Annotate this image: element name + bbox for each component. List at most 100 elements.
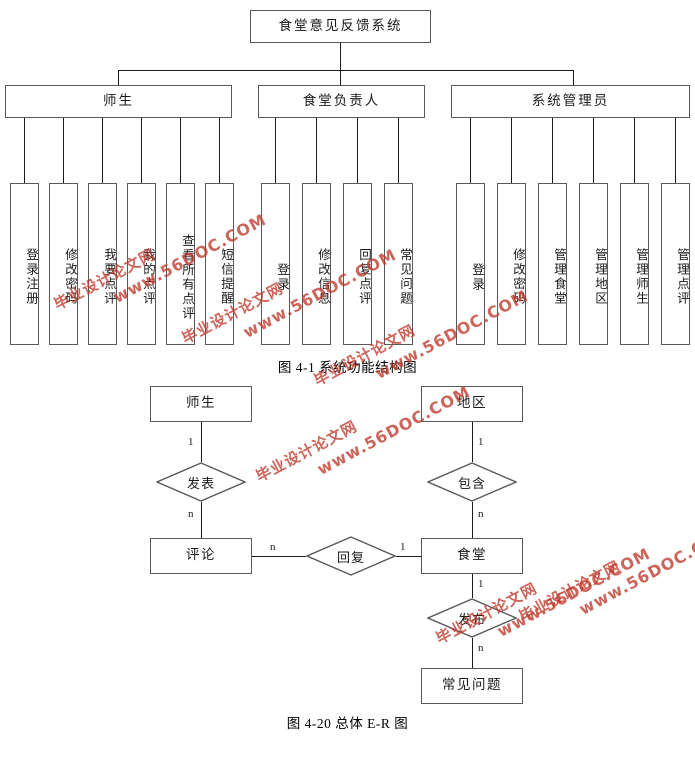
group-label-canteen-manager: 食堂负责人: [302, 92, 381, 109]
leaf-label-g2-1: 登录: [275, 262, 290, 292]
leaf-connector-g1-4: [141, 118, 142, 183]
er-edge-region-to-contains: [472, 422, 473, 462]
er-edge-teacher-to-publish: [201, 422, 202, 462]
leaf-box-g1-6: 短信提醒: [205, 183, 234, 345]
er-entity-label-region: 地区: [457, 395, 487, 412]
leaf-connector-g3-4: [593, 118, 594, 183]
er-relationship-publish-faq: 发布: [427, 598, 517, 638]
leaf-label-g1-1: 登录注册: [24, 248, 39, 306]
er-card-comment-reply: n: [270, 541, 276, 553]
er-entity-label-teacher-student: 师生: [186, 395, 216, 412]
leaf-connector-g2-1: [275, 118, 276, 183]
er-entity-label-comment: 评论: [186, 547, 216, 564]
leaf-label-g1-5: 查看所有点评: [180, 233, 195, 321]
leaf-label-g3-3: 管理食堂: [552, 248, 567, 306]
group-box-system-admin: 系统管理员: [451, 85, 690, 118]
root-stem-line: [340, 43, 341, 70]
leaf-box-g3-3: 管理食堂: [538, 183, 567, 345]
leaf-box-g1-3: 我要点评: [88, 183, 117, 345]
figure1-caption: 图 4-1 系统功能结构图: [277, 360, 418, 375]
er-edge-reply-to-canteen: [396, 556, 421, 557]
er-relationship-label-publish-faq: 发布: [457, 612, 486, 628]
leaf-connector-g1-5: [180, 118, 181, 183]
leaf-label-g1-2: 修改密码: [63, 248, 78, 306]
level1-bus-line: [118, 70, 573, 71]
leaf-box-g2-2: 修改信息: [302, 183, 331, 345]
leaf-box-g2-1: 登录: [261, 183, 290, 345]
leaf-connector-g1-2: [63, 118, 64, 183]
er-edge-publishfaq-to-faq: [472, 638, 473, 668]
leaf-label-g2-3: 回复点评: [357, 248, 372, 306]
leaf-label-g3-2: 修改密码: [511, 248, 526, 306]
figure2-caption: 图 4-20 总体 E-R 图: [286, 716, 409, 731]
er-entity-label-faq: 常见问题: [442, 677, 502, 694]
er-card-region-contains: 1: [478, 436, 484, 448]
er-card-teacher-publish: 1: [188, 436, 194, 448]
leaf-box-g2-3: 回复点评: [343, 183, 372, 345]
er-relationship-label-contains: 包含: [457, 476, 486, 492]
watermark-chinese-6: 毕业设计论文网: [515, 557, 624, 626]
group-label-teacher-student: 师生: [103, 92, 134, 109]
er-relationship-label-reply: 回复: [336, 550, 365, 566]
watermark-english-6: www.56DOC.COM: [576, 521, 695, 619]
leaf-label-g3-5: 管理师生: [634, 248, 649, 306]
group-box-teacher-student: 师生: [5, 85, 232, 118]
er-relationship-contains: 包含: [427, 462, 517, 502]
group-box-canteen-manager: 食堂负责人: [258, 85, 425, 118]
er-edge-contains-to-canteen: [472, 502, 473, 538]
leaf-connector-g2-3: [357, 118, 358, 183]
er-entity-canteen: 食堂: [421, 538, 523, 574]
er-relationship-label-publish: 发表: [186, 476, 215, 492]
leaf-box-g1-2: 修改密码: [49, 183, 78, 345]
leaf-connector-g2-2: [316, 118, 317, 183]
leaf-label-g1-4: 我的点评: [141, 248, 156, 306]
leaf-box-g2-4: 常见问题: [384, 183, 413, 345]
leaf-box-g3-2: 修改密码: [497, 183, 526, 345]
er-entity-teacher-student: 师生: [150, 386, 252, 422]
leaf-box-g3-1: 登录: [456, 183, 485, 345]
er-card-reply-canteen: 1: [400, 541, 406, 553]
er-relationship-reply: 回复: [306, 536, 396, 576]
er-card-publishfaq-faq: n: [478, 642, 484, 654]
leaf-box-g3-6: 管理点评: [661, 183, 690, 345]
leaf-connector-g3-3: [552, 118, 553, 183]
leaf-box-g1-1: 登录注册: [10, 183, 39, 345]
leaf-connector-g3-2: [511, 118, 512, 183]
leaf-box-g3-5: 管理师生: [620, 183, 649, 345]
leaf-label-g1-3: 我要点评: [102, 248, 117, 306]
leaf-label-g1-6: 短信提醒: [219, 248, 234, 306]
leaf-box-g1-4: 我的点评: [127, 183, 156, 345]
er-edge-comment-to-reply: [252, 556, 306, 557]
er-entity-label-canteen: 食堂: [457, 547, 487, 564]
er-relationship-publish-comment: 发表: [156, 462, 246, 502]
leaf-connector-g2-4: [398, 118, 399, 183]
leaf-connector-g1-1: [24, 118, 25, 183]
document-page: 食堂意见反馈系统 师生 登录注册 修改密码 我要点评 我的点评 查看所有点评 短…: [0, 0, 695, 777]
group-drop-line-1: [118, 70, 119, 85]
group-drop-line-2: [340, 70, 341, 85]
er-card-publish-comment: n: [188, 508, 194, 520]
leaf-box-g3-4: 管理地区: [579, 183, 608, 345]
leaf-label-g3-4: 管理地区: [593, 248, 608, 306]
leaf-box-g1-5: 查看所有点评: [166, 183, 195, 345]
er-card-canteen-publishfaq: 1: [478, 578, 484, 590]
leaf-label-g3-1: 登录: [470, 262, 485, 292]
er-entity-faq: 常见问题: [421, 668, 523, 704]
leaf-connector-g3-1: [470, 118, 471, 183]
er-entity-comment: 评论: [150, 538, 252, 574]
er-entity-region: 地区: [421, 386, 523, 422]
leaf-connector-g3-6: [675, 118, 676, 183]
leaf-connector-g1-6: [219, 118, 220, 183]
er-edge-canteen-to-publishfaq: [472, 574, 473, 598]
leaf-connector-g1-3: [102, 118, 103, 183]
leaf-connector-g3-5: [634, 118, 635, 183]
leaf-label-g2-4: 常见问题: [398, 248, 413, 306]
group-label-system-admin: 系统管理员: [531, 92, 610, 109]
er-card-contains-canteen: n: [478, 508, 484, 520]
leaf-label-g3-6: 管理点评: [675, 248, 690, 306]
root-node-label: 食堂意见反馈系统: [278, 17, 403, 34]
root-node-box: 食堂意见反馈系统: [250, 10, 431, 43]
watermark-chinese-4: 毕业设计论文网: [252, 417, 361, 486]
leaf-label-g2-2: 修改信息: [316, 248, 331, 306]
group-drop-line-3: [573, 70, 574, 85]
